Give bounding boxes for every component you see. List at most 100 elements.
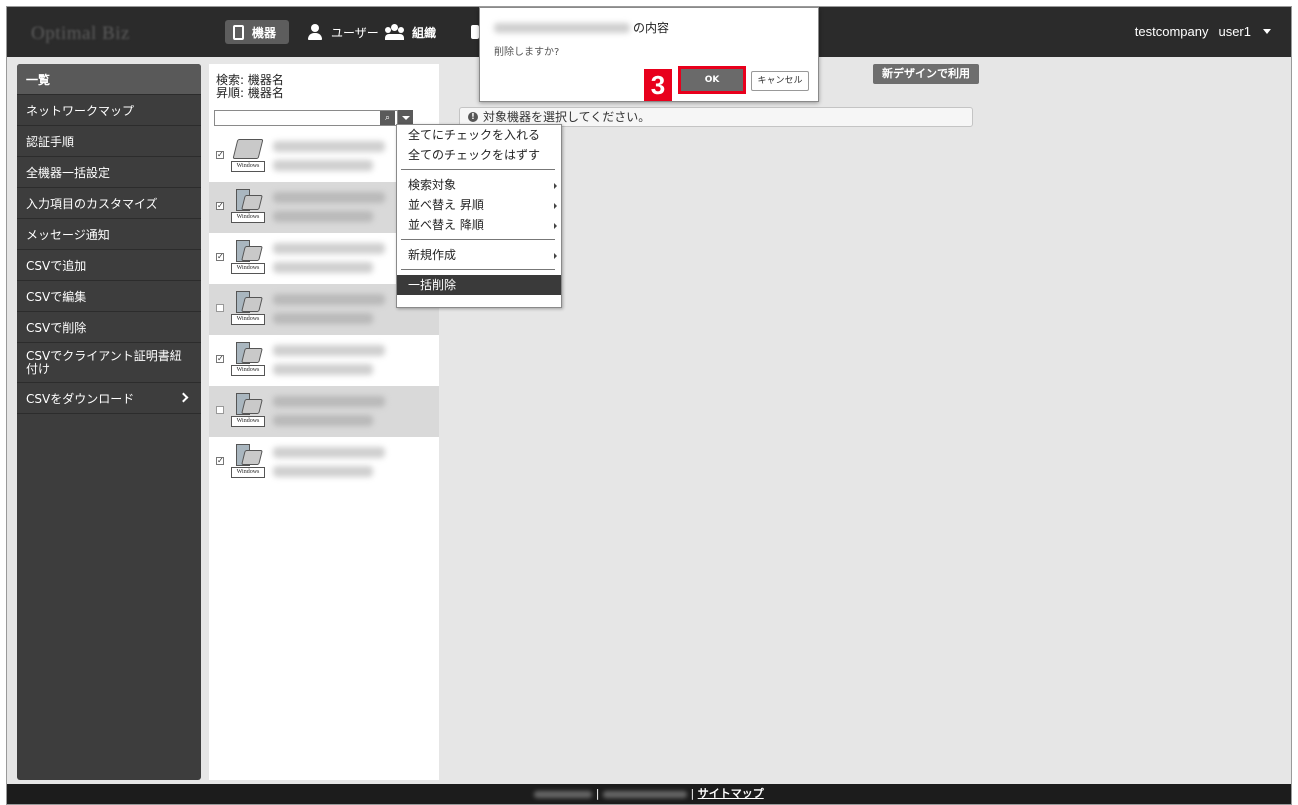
device-checkbox[interactable] [216, 406, 224, 414]
redacted-device-detail [273, 211, 373, 222]
redacted-device-name [273, 141, 385, 152]
account-menu[interactable]: testcompany user1 [1135, 24, 1271, 39]
sidebar-item-auth-procedure[interactable]: 認証手順 [17, 126, 201, 157]
sidebar-item-csv-delete[interactable]: CSVで削除 [17, 312, 201, 343]
menu-item-search-target[interactable]: 検索対象 [397, 175, 561, 195]
device-checkbox[interactable]: ✓ [216, 202, 224, 210]
sidebar-item-csv-client-cert[interactable]: CSVでクライアント証明書紐付け [17, 343, 201, 383]
sidebar-item-label: CSVで削除 [26, 320, 87, 335]
search-info: 検索: 機器名 昇順: 機器名 [216, 74, 284, 100]
caret-down-icon [1263, 29, 1271, 34]
logo: Optimal Biz [31, 23, 130, 44]
redacted-product-name [534, 790, 593, 798]
app-window: Optimal Biz 機器 ユーザー 組織 testcompany user1 [6, 6, 1292, 805]
sidebar-item-network-map[interactable]: ネットワークマップ [17, 95, 201, 126]
device-list-item[interactable]: ✓ Windows [209, 437, 439, 488]
sidebar-item-customize-fields[interactable]: 入力項目のカスタマイズ [17, 188, 201, 219]
device-checkbox[interactable]: ✓ [216, 355, 224, 363]
organization-icon [385, 24, 405, 40]
windows-device-icon: Windows [231, 136, 265, 172]
sidebar-item-csv-download[interactable]: CSVをダウンロード [17, 383, 201, 414]
nav-tab-more[interactable] [471, 20, 479, 44]
step-number-badge: 3 [644, 69, 672, 101]
device-icon [233, 24, 244, 40]
menu-divider [401, 269, 555, 270]
ok-button[interactable]: OK [681, 69, 743, 91]
settings-icon [471, 25, 479, 39]
redacted-device-detail [273, 364, 373, 375]
redacted-device-name [273, 396, 385, 407]
sitemap-link[interactable]: サイトマップ [698, 787, 764, 800]
device-list-item[interactable]: Windows [209, 386, 439, 437]
nav-tab-organization[interactable]: 組織 [385, 20, 436, 44]
nav-tab-label: 機器 [252, 25, 277, 40]
menu-item-sort-ascending[interactable]: 並べ替え 昇順 [397, 195, 561, 215]
device-os-label: Windows [231, 161, 265, 172]
redacted-device-detail [273, 415, 373, 426]
company-name: testcompany [1134, 24, 1209, 39]
sidebar-item-list[interactable]: 一覧 [17, 64, 201, 95]
context-menu: 全てにチェックを入れる 全てのチェックをはずす 検索対象 並べ替え 昇順 並べ替… [396, 124, 562, 308]
device-checkbox[interactable]: ✓ [216, 151, 224, 159]
windows-device-icon: Windows [231, 238, 265, 274]
device-os-label: Windows [231, 365, 265, 376]
redacted-device-detail [273, 160, 373, 171]
sidebar-item-label: 認証手順 [26, 134, 75, 149]
windows-device-icon: Windows [231, 340, 265, 376]
new-design-button[interactable]: 新デザインで利用 [873, 64, 979, 84]
search-icon[interactable]: ⌕ [380, 111, 395, 125]
sidebar-item-message-notification[interactable]: メッセージ通知 [17, 219, 201, 250]
sidebar-item-bulk-settings[interactable]: 全機器一括設定 [17, 157, 201, 188]
dialog-message: 削除しますか? [494, 47, 560, 58]
windows-device-icon: Windows [231, 391, 265, 427]
cancel-button[interactable]: キャンセル [751, 71, 809, 91]
nav-tab-label: ユーザー [331, 25, 379, 40]
redacted-device-detail [273, 262, 373, 273]
sidebar-item-label: 全機器一括設定 [26, 165, 111, 180]
user-icon [307, 24, 323, 40]
device-os-label: Windows [231, 263, 265, 274]
device-checkbox[interactable] [216, 304, 224, 312]
nav-tab-devices[interactable]: 機器 [225, 20, 289, 44]
sidebar-item-label: 一覧 [26, 72, 51, 87]
windows-device-icon: Windows [231, 442, 265, 478]
device-os-label: Windows [231, 314, 265, 325]
device-list-item[interactable]: ✓ Windows [209, 335, 439, 386]
redacted-device-name [273, 192, 385, 203]
sidebar-item-label: CSVをダウンロード [26, 391, 135, 406]
sidebar-item-label: CSVで編集 [26, 289, 87, 304]
redacted-device-name [273, 345, 385, 356]
redacted-copyright [603, 790, 687, 798]
device-os-label: Windows [231, 212, 265, 223]
menu-item-check-all[interactable]: 全てにチェックを入れる [397, 125, 561, 145]
menu-divider [401, 239, 555, 240]
device-checkbox[interactable]: ✓ [216, 457, 224, 465]
sidebar: 一覧 ネットワークマップ 認証手順 全機器一括設定 入力項目のカスタマイズ メッ… [17, 64, 201, 780]
device-checkbox[interactable]: ✓ [216, 253, 224, 261]
search-input[interactable] [214, 110, 398, 126]
redacted-device-detail [273, 466, 373, 477]
nav-tab-users[interactable]: ユーザー [307, 20, 379, 44]
menu-item-uncheck-all[interactable]: 全てのチェックをはずす [397, 145, 561, 165]
sidebar-item-label: CSVでクライアント証明書紐付け [26, 348, 182, 376]
user-name: user1 [1218, 24, 1251, 39]
dialog-title: の内容 [633, 21, 670, 35]
redacted-device-name [494, 23, 630, 33]
device-os-label: Windows [231, 416, 265, 427]
sidebar-item-label: ネットワークマップ [26, 103, 135, 118]
info-icon: ! [468, 112, 478, 122]
sidebar-item-csv-edit[interactable]: CSVで編集 [17, 281, 201, 312]
footer: | | サイトマップ [7, 784, 1291, 804]
redacted-device-detail [273, 313, 373, 324]
sort-order-label: 昇順: 機器名 [216, 86, 284, 100]
sidebar-item-csv-add[interactable]: CSVで追加 [17, 250, 201, 281]
nav-tab-label: 組織 [412, 25, 437, 40]
redacted-device-name [273, 243, 385, 254]
menu-item-sort-descending[interactable]: 並べ替え 降順 [397, 215, 561, 235]
sidebar-item-label: CSVで追加 [26, 258, 87, 273]
menu-item-bulk-delete[interactable]: 一括削除 [397, 275, 561, 295]
redacted-device-name [273, 447, 385, 458]
windows-device-icon: Windows [231, 187, 265, 223]
device-os-label: Windows [231, 467, 265, 478]
menu-item-create-new[interactable]: 新規作成 [397, 245, 561, 265]
